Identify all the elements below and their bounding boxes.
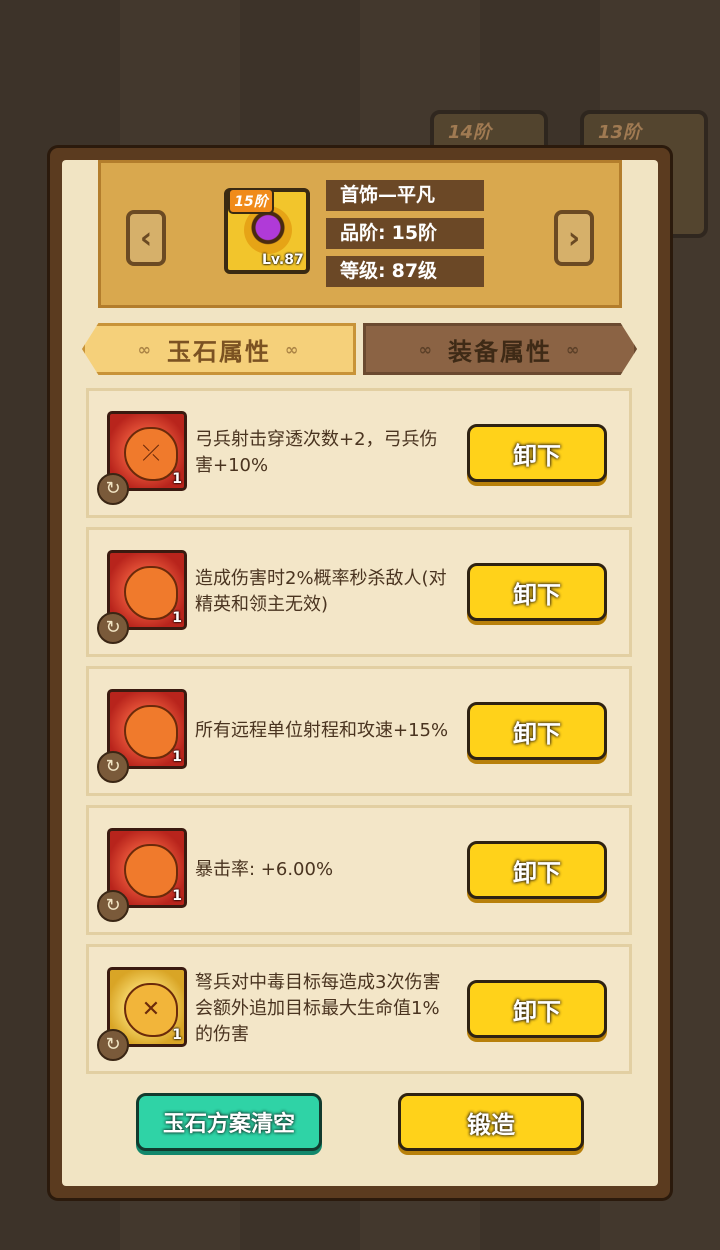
- unload-button[interactable]: 卸下: [467, 980, 607, 1038]
- tab-jade-attributes[interactable]: ∞ 玉石属性 ∞: [82, 323, 356, 375]
- swap-icon[interactable]: ↻: [97, 751, 129, 783]
- grade-value: 15阶: [391, 222, 438, 244]
- background-tier-tag: 13阶: [598, 122, 642, 143]
- jade-count: 1: [172, 610, 182, 626]
- bow-icon: ⤫: [124, 427, 178, 481]
- level-value: 87级: [391, 260, 438, 282]
- jade-row: 1 ↻ 暴击率: +6.00% 卸下: [86, 805, 632, 935]
- unload-button[interactable]: 卸下: [467, 563, 607, 621]
- jade-count: 1: [172, 471, 182, 487]
- jade-description: 弩兵对中毒目标每造成3次伤害会额外追加目标最大生命值1%的伤害: [195, 972, 441, 1045]
- tab-label: 装备属性: [448, 337, 552, 366]
- jade-description: 暴击率: +6.00%: [195, 859, 334, 880]
- jade-description: 所有远程单位射程和攻速+15%: [195, 720, 449, 741]
- item-level-label: Lv.87: [262, 252, 304, 268]
- item-name: 首饰—平凡: [326, 180, 484, 211]
- grade-label: 品阶:: [340, 222, 386, 244]
- jade-count: 1: [172, 888, 182, 904]
- jade-row: 1 ↻ 造成伤害时2%概率秒杀敌人(对精英和领主无效) 卸下: [86, 527, 632, 657]
- jade-description: 造成伤害时2%概率秒杀敌人(对精英和领主无效): [195, 568, 447, 615]
- clear-jade-plan-button[interactable]: 玉石方案清空: [136, 1093, 322, 1151]
- jade-count: 1: [172, 1027, 182, 1043]
- jade-stone-icon: [124, 705, 178, 759]
- item-grade: 品阶: 15阶: [326, 218, 484, 249]
- crossbow-icon: ✕: [124, 983, 178, 1037]
- prev-item-button[interactable]: ‹: [126, 210, 166, 266]
- ornament-icon: ∞: [418, 339, 434, 359]
- next-item-button[interactable]: ›: [554, 210, 594, 266]
- swap-icon[interactable]: ↻: [97, 612, 129, 644]
- jade-stone-icon: [124, 844, 178, 898]
- ornament-icon: ∞: [285, 339, 301, 359]
- ornament-icon: ∞: [566, 339, 582, 359]
- ornament-icon: ∞: [137, 339, 153, 359]
- level-label: 等级:: [340, 260, 386, 282]
- swap-icon[interactable]: ↻: [97, 473, 129, 505]
- background-tier-tag: 14阶: [448, 122, 492, 143]
- tab-label: 玉石属性: [167, 337, 271, 366]
- jade-description: 弓兵射击穿透次数+2，弓兵伤害+10%: [195, 429, 438, 476]
- jade-count: 1: [172, 749, 182, 765]
- item-level: 等级: 87级: [326, 256, 484, 287]
- tier-badge: 15阶: [228, 188, 274, 214]
- jade-row: 1 ↻ 所有远程单位射程和攻速+15% 卸下: [86, 666, 632, 796]
- chevron-right-icon: ›: [567, 220, 581, 256]
- jade-row: ✕ 1 ↻ 弩兵对中毒目标每造成3次伤害会额外追加目标最大生命值1%的伤害 卸下: [86, 944, 632, 1074]
- unload-button[interactable]: 卸下: [467, 702, 607, 760]
- item-name-text: 首饰—平凡: [340, 184, 436, 206]
- jade-stone-icon: [124, 566, 178, 620]
- swap-icon[interactable]: ↻: [97, 890, 129, 922]
- unload-button[interactable]: 卸下: [467, 424, 607, 482]
- tab-equipment-attributes[interactable]: ∞ 装备属性 ∞: [363, 323, 637, 375]
- forge-button[interactable]: 锻造: [398, 1093, 584, 1151]
- jade-row: ⤫ 1 ↻ 弓兵射击穿透次数+2，弓兵伤害+10% 卸下: [86, 388, 632, 518]
- swap-icon[interactable]: ↻: [97, 1029, 129, 1061]
- unload-button[interactable]: 卸下: [467, 841, 607, 899]
- chevron-left-icon: ‹: [139, 220, 153, 256]
